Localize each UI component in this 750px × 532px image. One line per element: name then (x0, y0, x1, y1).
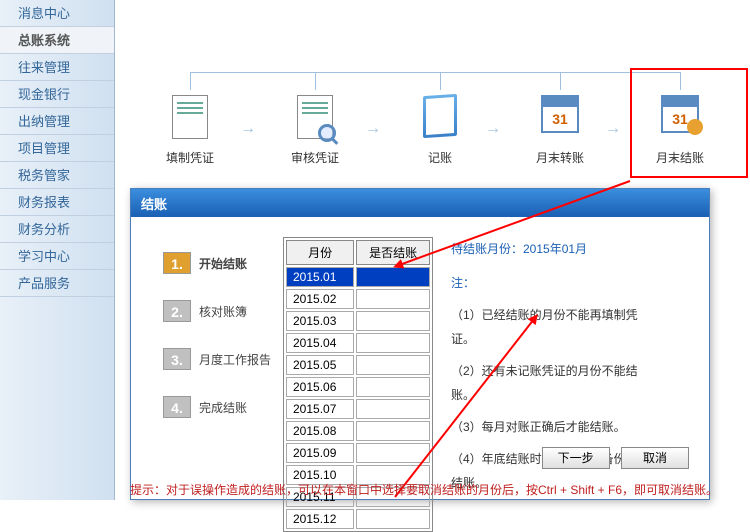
document-magnify-icon (291, 95, 339, 143)
wf-node-voucher[interactable]: 填制凭证 (160, 95, 220, 166)
pending-month: 待结账月份：2015年01月 (451, 237, 661, 261)
notes-title: 注： (451, 271, 661, 295)
table-row[interactable]: 2015.07 (286, 399, 430, 419)
arrow-icon: → (365, 120, 381, 138)
table-row[interactable]: 2015.02 (286, 289, 430, 309)
sidebar-item-learn[interactable]: 学习中心 (0, 243, 114, 270)
step-finish[interactable]: 4.完成结账 (163, 383, 283, 431)
step-begin[interactable]: 1.开始结账 (163, 239, 283, 287)
sidebar-item-cash[interactable]: 现金银行 (0, 81, 114, 108)
sidebar-item-ar[interactable]: 往来管理 (0, 54, 114, 81)
wizard-steps: 1.开始结账 2.核对账簿 3.月度工作报告 4.完成结账 (143, 229, 283, 431)
arrow-icon: → (240, 120, 256, 138)
wf-node-transfer[interactable]: 月末转账 (530, 95, 590, 166)
table-row[interactable]: 2015.03 (286, 311, 430, 331)
sidebar-item-tax[interactable]: 税务管家 (0, 162, 114, 189)
table-row[interactable]: 2015.08 (286, 421, 430, 441)
table-row[interactable]: 2015.05 (286, 355, 430, 375)
hint-text: 提示：对于误操作造成的结账，可以在本窗口中选择要取消结账的月份后，按Ctrl +… (130, 481, 718, 498)
sidebar-item-cashier[interactable]: 出纳管理 (0, 108, 114, 135)
wf-node-audit[interactable]: 审核凭证 (285, 95, 345, 166)
closing-dialog: 结账 1.开始结账 2.核对账簿 3.月度工作报告 4.完成结账 月份是否结账 … (130, 188, 710, 500)
dialog-title: 结账 (131, 189, 709, 217)
sidebar-item-report[interactable]: 财务报表 (0, 189, 114, 216)
table-row[interactable]: 2015.01 (286, 267, 430, 287)
wf-node-post[interactable]: 记账 (410, 95, 470, 166)
sidebar-item-gl[interactable]: 总账系统 (0, 27, 114, 54)
table-row[interactable]: 2015.12 (286, 509, 430, 529)
sidebar-item-messages[interactable]: 消息中心 (0, 0, 114, 27)
arrow-icon: → (605, 120, 621, 138)
sidebar: 消息中心 总账系统 往来管理 现金银行 出纳管理 项目管理 税务管家 财务报表 … (0, 0, 115, 500)
book-icon (416, 95, 464, 143)
arrow-icon: → (485, 120, 501, 138)
table-row[interactable]: 2015.06 (286, 377, 430, 397)
highlight-box (630, 68, 748, 178)
table-row[interactable]: 2015.04 (286, 333, 430, 353)
step-reconcile[interactable]: 2.核对账簿 (163, 287, 283, 335)
sidebar-item-analysis[interactable]: 财务分析 (0, 216, 114, 243)
document-icon (166, 95, 214, 143)
step-report[interactable]: 3.月度工作报告 (163, 335, 283, 383)
calendar-icon (536, 95, 584, 143)
table-row[interactable]: 2015.09 (286, 443, 430, 463)
sidebar-item-product[interactable]: 产品服务 (0, 270, 114, 297)
sidebar-item-project[interactable]: 项目管理 (0, 135, 114, 162)
next-button[interactable]: 下一步 (542, 447, 610, 469)
rule-3: （3）每月对账正确后才能结账。 (451, 415, 661, 439)
rule-1: （1）已经结账的月份不能再填制凭证。 (451, 303, 661, 351)
cancel-button[interactable]: 取消 (621, 447, 689, 469)
